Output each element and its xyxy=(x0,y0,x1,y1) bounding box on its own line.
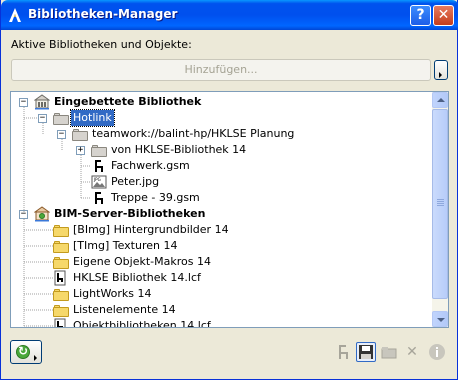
delete-x-icon: ✕ xyxy=(406,344,418,360)
grip-line xyxy=(437,205,444,206)
save-disk-icon xyxy=(359,345,373,359)
grip-line xyxy=(437,199,444,200)
archicad-logo-icon xyxy=(9,8,21,22)
menu-arrow-icon xyxy=(34,355,37,361)
tree-connector-lines xyxy=(23,107,91,327)
remove-button[interactable]: ✕ xyxy=(402,342,422,362)
help-button[interactable]: ? xyxy=(410,5,431,26)
grip-line xyxy=(437,203,444,204)
scroll-thumb[interactable] xyxy=(432,109,448,299)
info-icon xyxy=(429,344,445,360)
info-button[interactable] xyxy=(427,342,447,362)
window-title: Bibliotheken-Manager xyxy=(28,7,178,21)
folder-add-icon xyxy=(381,347,397,359)
title-bar[interactable]: Bibliotheken-Manager ? ✕ xyxy=(1,0,458,30)
add-menu-arrow-button[interactable] xyxy=(434,60,448,80)
new-folder-button[interactable] xyxy=(379,342,399,362)
object-tool-button[interactable] xyxy=(334,342,354,362)
sync-options-button[interactable] xyxy=(10,340,42,364)
chair-object-icon xyxy=(339,345,348,359)
tree-content: − Eingebettete Bibliothek − Hotlink − te… xyxy=(11,92,432,327)
library-tree-view[interactable]: − Eingebettete Bibliothek − Hotlink − te… xyxy=(10,91,449,328)
active-libraries-label: Aktive Bibliotheken und Objekte: xyxy=(11,38,192,51)
tree-scrollbar[interactable] xyxy=(432,92,448,327)
save-library-button[interactable] xyxy=(356,342,376,362)
grip-line xyxy=(437,201,444,202)
scroll-down-button[interactable] xyxy=(432,311,448,327)
add-button[interactable]: Hinzufügen... xyxy=(11,59,431,81)
refresh-icon xyxy=(16,344,30,359)
scroll-up-button[interactable] xyxy=(432,92,448,108)
close-button[interactable]: ✕ xyxy=(433,5,454,26)
library-manager-window: Bibliotheken-Manager ? ✕ Aktive Biblioth… xyxy=(0,0,458,380)
